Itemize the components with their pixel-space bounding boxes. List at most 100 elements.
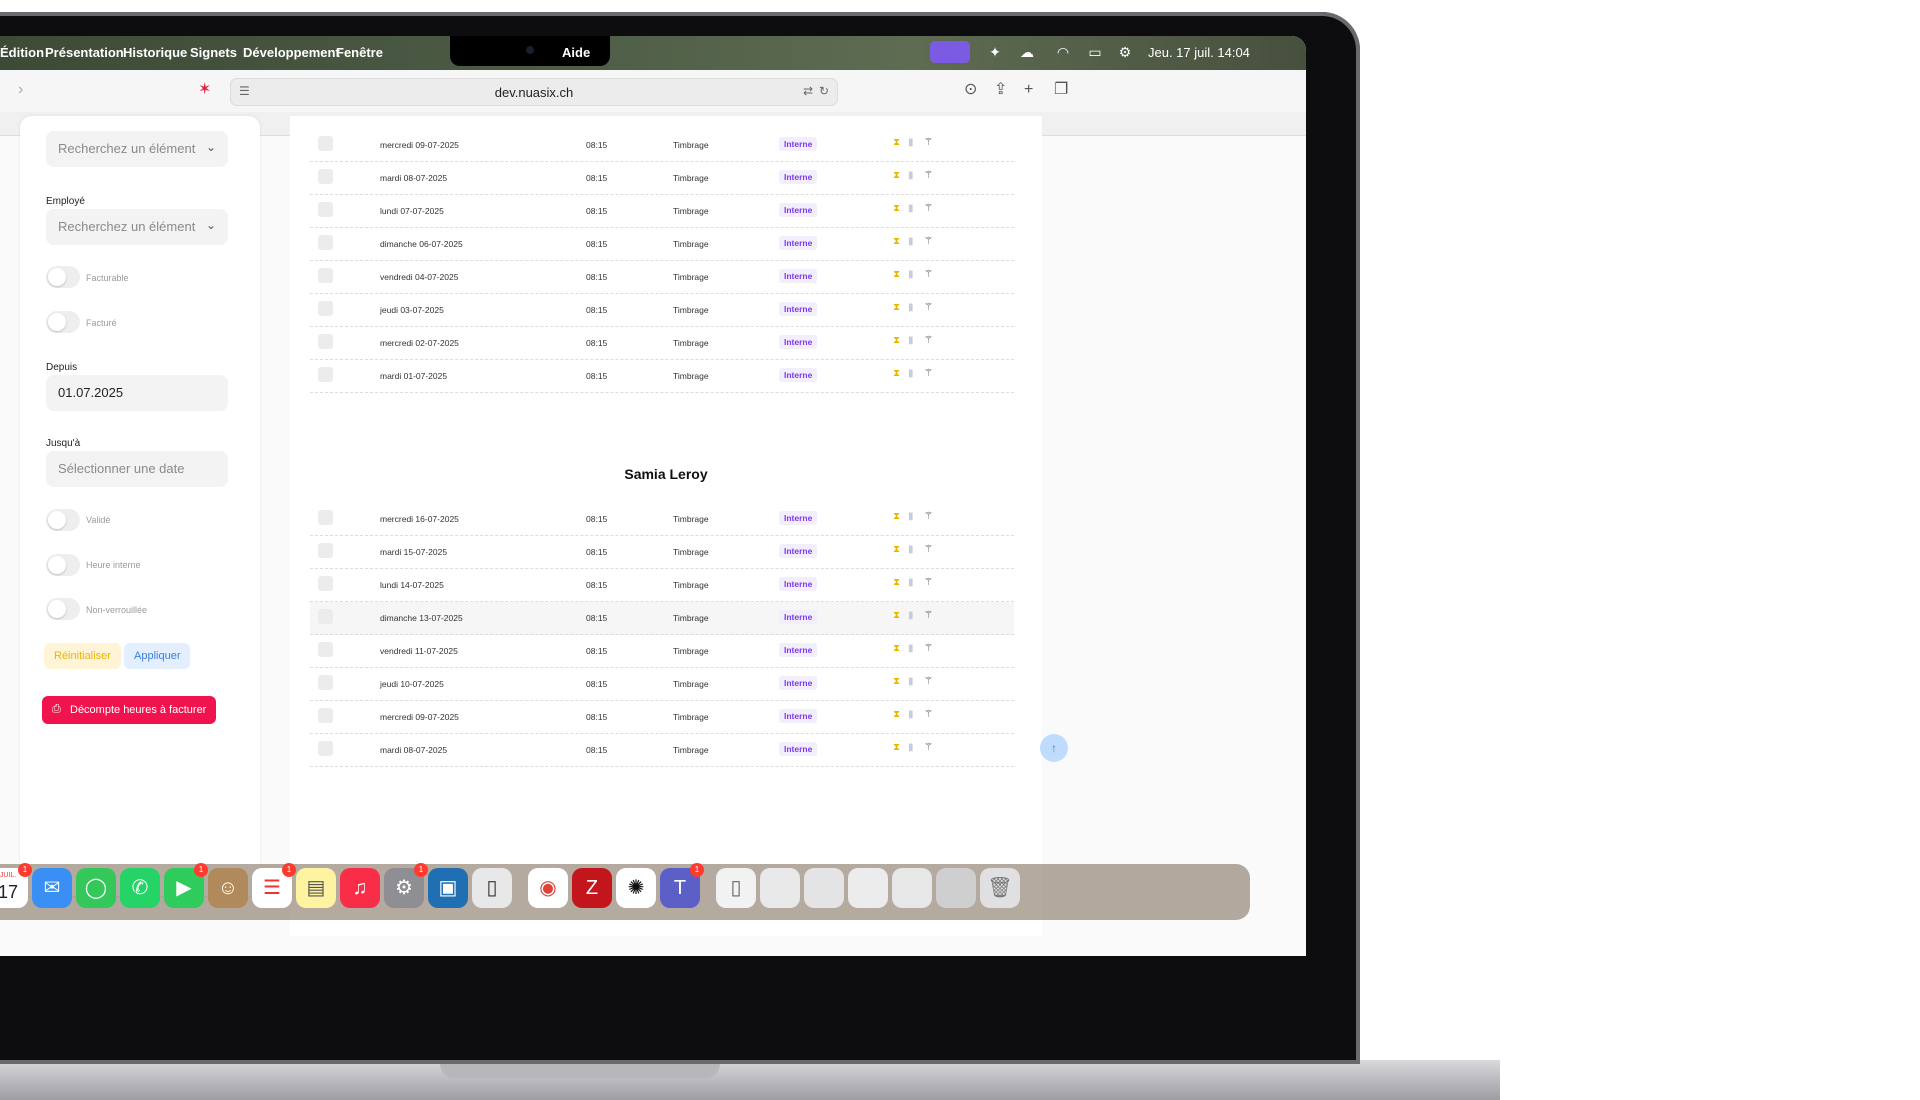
scroll-to-top-button[interactable]: ↑: [1040, 734, 1068, 762]
employee-select[interactable]: Recherchez un élément ⌄: [46, 209, 228, 245]
row-checkbox[interactable]: [318, 609, 333, 624]
cloud-sync-icon[interactable]: ☁: [1018, 44, 1036, 60]
row-checkbox[interactable]: [318, 675, 333, 690]
window-thumbnail-1[interactable]: [760, 868, 800, 908]
hourglass-icon[interactable]: ⧗: [893, 676, 900, 688]
toggle-valide[interactable]: [46, 509, 80, 531]
calendar-icon[interactable]: JUIL. 17 1: [0, 863, 32, 908]
iphone-mirroring-icon[interactable]: ▯: [472, 868, 512, 908]
table-row[interactable]: jeudi 10-07-2025 08:15 Timbrage Interne ⧗ ▮ ⚚: [310, 668, 1014, 701]
row-checkbox[interactable]: [318, 576, 333, 591]
row-checkbox[interactable]: [318, 334, 333, 349]
window-thumbnail-4[interactable]: [892, 868, 932, 908]
menu-historique[interactable]: Historique: [123, 45, 187, 60]
table-row[interactable]: mercredi 02-07-2025 08:15 Timbrage Interne ⧗…: [310, 327, 1014, 360]
hourglass-icon[interactable]: ⧗: [893, 610, 900, 622]
magic-wand-icon[interactable]: ⚚: [924, 269, 933, 281]
reload-icon[interactable]: ↻: [819, 84, 829, 98]
row-checkbox[interactable]: [318, 741, 333, 756]
table-row[interactable]: dimanche 13-07-2025 08:15 Timbrage Interne ⧗…: [310, 602, 1014, 635]
row-checkbox[interactable]: [318, 708, 333, 723]
lock-icon[interactable]: ▮: [908, 544, 914, 556]
forward-icon[interactable]: ›: [18, 81, 23, 99]
menubar-clock[interactable]: Jeu. 17 juil. 14:04: [1148, 45, 1250, 60]
teams-status-icon[interactable]: ✦: [986, 44, 1004, 60]
table-row[interactable]: mardi 01-07-2025 08:15 Timbrage Interne ⧗ ▮ ⚚: [310, 360, 1014, 393]
window-thumbnail-2[interactable]: [804, 868, 844, 908]
lock-icon[interactable]: ▮: [908, 610, 914, 622]
new-tab-icon[interactable]: +: [1024, 81, 1033, 99]
lock-icon[interactable]: ▮: [908, 643, 914, 655]
download-icon[interactable]: ⊙: [964, 81, 977, 99]
teams-icon[interactable]: T 1: [660, 863, 704, 908]
toggle-facturable[interactable]: [46, 266, 80, 288]
table-row[interactable]: mercredi 16-07-2025 08:15 Timbrage Interne ⧗…: [310, 503, 1014, 536]
mail-icon[interactable]: ✉: [32, 868, 72, 908]
wifi-icon[interactable]: ◠: [1054, 44, 1072, 60]
battery-icon[interactable]: ▭: [1084, 44, 1106, 60]
screen-mirroring-icon[interactable]: [930, 41, 970, 63]
lock-icon[interactable]: ▮: [908, 742, 914, 754]
filter-select-1[interactable]: Recherchez un élément ⌄: [46, 131, 228, 167]
toggle-non-verrouillee[interactable]: [46, 598, 80, 620]
hourglass-icon[interactable]: ⧗: [893, 269, 900, 281]
lock-icon[interactable]: ▮: [908, 137, 914, 149]
window-thumbnail-3[interactable]: [848, 868, 888, 908]
magic-wand-icon[interactable]: ⚚: [924, 137, 933, 149]
lock-icon[interactable]: ▮: [908, 203, 914, 215]
magic-wand-icon[interactable]: ⚚: [924, 335, 933, 347]
hourglass-icon[interactable]: ⧗: [893, 368, 900, 380]
music-icon[interactable]: ♫: [340, 868, 380, 908]
window-thumbnail-5[interactable]: [936, 868, 976, 908]
row-checkbox[interactable]: [318, 202, 333, 217]
row-checkbox[interactable]: [318, 235, 333, 250]
url-text[interactable]: dev.nuasix.ch: [231, 85, 837, 100]
magic-wand-icon[interactable]: ⚚: [924, 236, 933, 248]
row-checkbox[interactable]: [318, 367, 333, 382]
filezilla-icon[interactable]: Z: [572, 868, 612, 908]
lock-icon[interactable]: ▮: [908, 511, 914, 523]
lock-icon[interactable]: ▮: [908, 709, 914, 721]
lock-icon[interactable]: ▮: [908, 170, 914, 182]
whatsapp-icon[interactable]: ✆: [120, 868, 160, 908]
row-checkbox[interactable]: [318, 301, 333, 316]
table-row[interactable]: mardi 08-07-2025 08:15 Timbrage Interne ⧗ ▮ ⚚: [310, 162, 1014, 195]
address-bar[interactable]: ☰ dev.nuasix.ch ⇄ ↻: [230, 78, 838, 106]
table-row[interactable]: lundi 07-07-2025 08:15 Timbrage Interne ⧗ ▮ ⚚: [310, 195, 1014, 228]
reminders-icon[interactable]: ☰ 1: [252, 863, 296, 908]
table-row[interactable]: lundi 14-07-2025 08:15 Timbrage Interne ⧗ ▮ ⚚: [310, 569, 1014, 602]
translate-icon[interactable]: ⇄: [803, 84, 813, 98]
tab-overview-icon[interactable]: ❐: [1054, 81, 1068, 99]
row-checkbox[interactable]: [318, 510, 333, 525]
magic-wand-icon[interactable]: ⚚: [924, 170, 933, 182]
magic-wand-icon[interactable]: ⚚: [924, 511, 933, 523]
export-billable-hours-button[interactable]: ⎙ Décompte heures à facturer: [42, 696, 217, 724]
magic-wand-icon[interactable]: ⚚: [924, 544, 933, 556]
lock-icon[interactable]: ▮: [908, 577, 914, 589]
table-row[interactable]: vendredi 11-07-2025 08:15 Timbrage Interne ⧗…: [310, 635, 1014, 668]
chatgpt-icon[interactable]: ✺: [616, 868, 656, 908]
magic-wand-icon[interactable]: ⚚: [924, 302, 933, 314]
hourglass-icon[interactable]: ⧗: [893, 643, 900, 655]
lock-icon[interactable]: ▮: [908, 335, 914, 347]
share-icon[interactable]: ⇪: [994, 81, 1007, 99]
facetime-icon[interactable]: ▶ 1: [164, 863, 208, 908]
magic-wand-icon[interactable]: ⚚: [924, 368, 933, 380]
system-settings-icon[interactable]: ⚙ 1: [384, 863, 428, 908]
table-row[interactable]: dimanche 06-07-2025 08:15 Timbrage Interne ⧗…: [310, 228, 1014, 261]
row-checkbox[interactable]: [318, 268, 333, 283]
hourglass-icon[interactable]: ⧗: [893, 236, 900, 248]
reset-button[interactable]: Réinitialiser: [44, 643, 121, 669]
table-row[interactable]: mercredi 09-07-2025 08:15 Timbrage Interne ⧗…: [310, 701, 1014, 734]
sourcetree-icon[interactable]: ▣: [428, 868, 468, 908]
row-checkbox[interactable]: [318, 543, 333, 558]
hourglass-icon[interactable]: ⧗: [893, 709, 900, 721]
hourglass-icon[interactable]: ⧗: [893, 544, 900, 556]
magic-wand-icon[interactable]: ⚚: [924, 676, 933, 688]
lock-icon[interactable]: ▮: [908, 368, 914, 380]
lock-icon[interactable]: ▮: [908, 302, 914, 314]
magic-wand-icon[interactable]: ⚚: [924, 643, 933, 655]
since-date-input[interactable]: 01.07.2025: [46, 375, 228, 411]
magic-wand-icon[interactable]: ⚚: [924, 742, 933, 754]
menu-developpement[interactable]: Développement: [243, 45, 340, 60]
